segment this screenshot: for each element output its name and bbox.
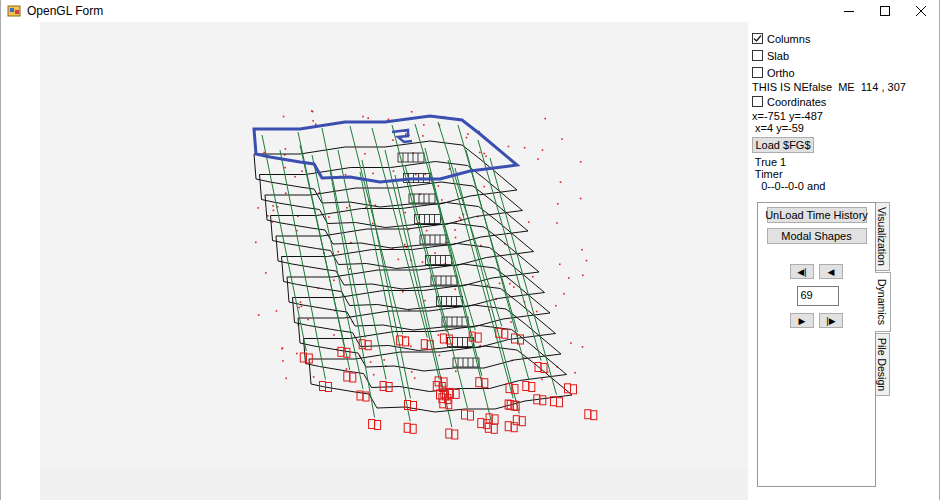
unload-time-history-button[interactable]: UnLoad Time History xyxy=(767,207,867,223)
minimize-button[interactable] xyxy=(831,0,867,22)
minimize-icon xyxy=(844,6,854,16)
top-floor-outline xyxy=(254,116,517,182)
cursor-readout: x=4 y=-59 xyxy=(752,122,939,134)
checkbox[interactable] xyxy=(752,33,763,44)
cursor-readout: x=-751 y=-487 xyxy=(752,110,939,122)
building-model[interactable] xyxy=(40,22,748,468)
checkbox[interactable] xyxy=(752,50,763,61)
previous-frame-button[interactable]: ◀ xyxy=(819,264,843,279)
window-title: OpenGL Form xyxy=(27,4,103,18)
info-line: True 1 xyxy=(752,156,939,168)
control-panel: Columns Slab Ortho THIS IS NEfalse ME 114 ,… xyxy=(748,22,939,500)
close-button[interactable] xyxy=(903,0,939,22)
frame-field[interactable]: 69 xyxy=(797,286,839,306)
opengl-canvas[interactable] xyxy=(40,22,748,468)
check-icon xyxy=(753,34,762,43)
checkbox-label: Columns xyxy=(767,33,810,45)
load-button[interactable]: Load $FG$ xyxy=(752,137,814,153)
tab[interactable]: Pile Design xyxy=(876,333,890,396)
dynamics-page: UnLoad Time History Modal Shapes ◀| ◀ 69 ▶ |▶ xyxy=(757,202,876,487)
checkbox[interactable] xyxy=(752,67,763,78)
close-icon xyxy=(916,6,926,16)
status-text: THIS IS NEfalse ME 114 , 307 xyxy=(752,81,939,93)
checkbox[interactable] xyxy=(752,96,763,107)
tab[interactable]: Visualization xyxy=(876,202,890,271)
title-bar: OpenGL Form xyxy=(1,0,939,22)
checkbox-label: Ortho xyxy=(767,67,795,79)
piles xyxy=(300,328,597,439)
last-frame-button[interactable]: |▶ xyxy=(819,313,843,328)
option-checkbox[interactable]: Ortho xyxy=(752,64,939,81)
columns xyxy=(262,122,557,427)
option-checkbox[interactable]: Slab xyxy=(752,47,939,64)
tab-control: UnLoad Time History Modal Shapes ◀| ◀ 69 ▶ |▶ V… xyxy=(757,202,939,487)
first-frame-button[interactable]: ◀| xyxy=(790,264,814,279)
tab[interactable]: Dynamics xyxy=(875,272,891,332)
node-points xyxy=(255,110,587,380)
option-checkbox[interactable]: Columns xyxy=(752,30,939,47)
floor-slabs xyxy=(254,141,572,412)
play-button[interactable]: ▶ xyxy=(790,313,814,328)
info-line: Timer xyxy=(752,168,939,180)
checkbox-label: Slab xyxy=(767,50,789,62)
maximize-button[interactable] xyxy=(867,0,903,22)
info-line: 0--0--0-0 and xyxy=(752,180,939,192)
app-icon xyxy=(7,4,21,18)
coordinates-checkbox[interactable]: Coordinates xyxy=(752,93,939,110)
modal-shapes-button[interactable]: Modal Shapes xyxy=(767,228,867,244)
maximize-icon xyxy=(880,6,890,16)
checkbox-label: Coordinates xyxy=(767,96,826,108)
